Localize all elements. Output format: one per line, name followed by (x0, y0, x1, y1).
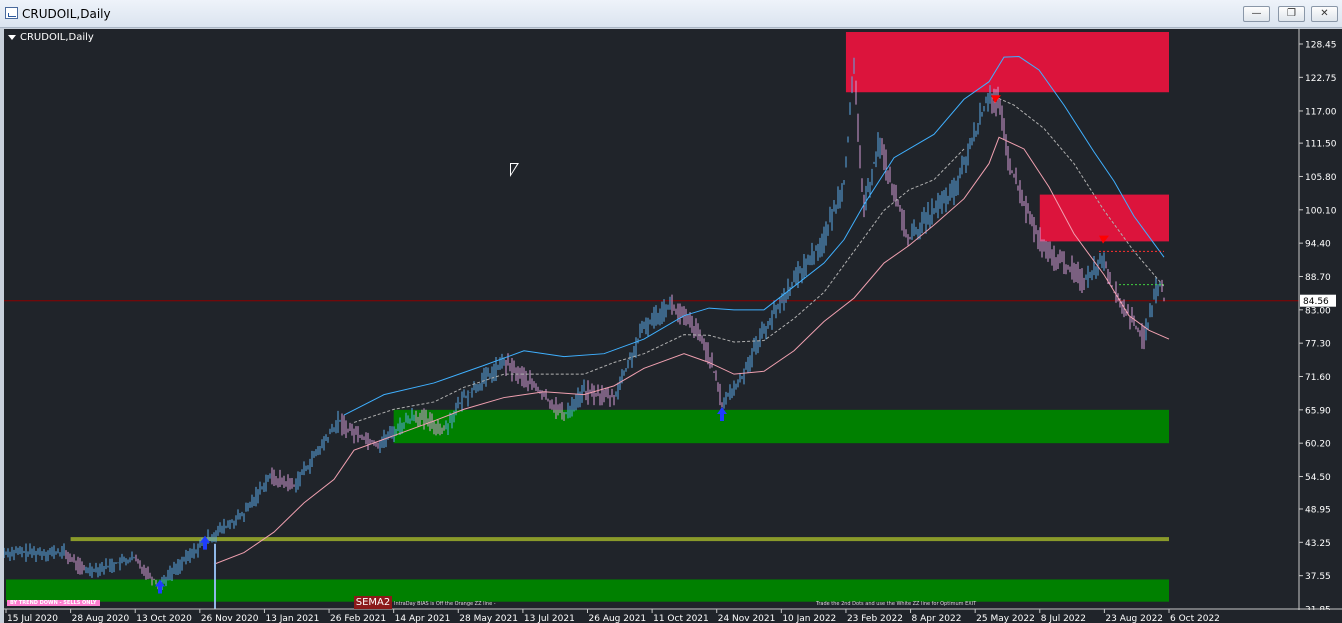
current-price-label: 84.56 (1303, 297, 1329, 307)
mouse-cursor-icon (510, 163, 519, 177)
time-tick-label: 15 Jul 2020 (7, 614, 58, 623)
price-tick-label: 100.10 (1305, 206, 1337, 216)
chart-symbol-label: CRUDOIL,Daily (20, 32, 94, 43)
time-tick-label: 26 Feb 2021 (330, 614, 386, 623)
price-tick-label: 111.50 (1305, 140, 1337, 150)
maximize-button[interactable]: ❐ (1278, 6, 1305, 22)
window-title: CRUDOIL,Daily (22, 7, 111, 21)
horizontal-level-line (70, 537, 1170, 542)
chart-window-icon (5, 7, 18, 19)
time-tick-label: 13 Oct 2020 (136, 614, 192, 623)
chart-area[interactable]: 128.45 122.75 117.00 111.50 105.80 100.10 94.4… (4, 29, 1342, 623)
price-tick-label: 60.20 (1305, 440, 1331, 450)
time-tick-label: 11 Oct 2021 (653, 614, 709, 623)
time-tick-label: 28 Aug 2020 (72, 614, 130, 623)
price-tick-label: 88.70 (1305, 273, 1331, 283)
time-tick-label: 14 Apr 2021 (395, 614, 451, 623)
supply-zone (845, 32, 1169, 93)
price-tick-label: 128.45 (1305, 40, 1337, 50)
time-tick-label: 23 Feb 2022 (847, 614, 903, 623)
supply-zone (1039, 194, 1169, 242)
trend-direction-label: BY TREND DOWN - SELLS ONLY (7, 600, 100, 606)
time-tick-label: 10 Jan 2022 (782, 614, 836, 623)
price-tick-label: 71.60 (1305, 373, 1331, 383)
time-tick-label: 26 Aug 2021 (589, 614, 647, 623)
exit-note: Trade the 2nd Dots and use the White ZZ … (816, 601, 977, 607)
price-chart[interactable]: 128.45 122.75 117.00 111.50 105.80 100.10 94.4… (4, 29, 1342, 623)
price-tick-label: 54.50 (1305, 473, 1331, 483)
price-tick-label: 83.00 (1305, 306, 1331, 316)
time-tick-label: 8 Jul 2022 (1041, 614, 1086, 623)
price-tick-label: 77.30 (1305, 340, 1331, 350)
time-tick-label: 8 Apr 2022 (912, 614, 962, 623)
time-tick-label: 23 Aug 2022 (1105, 614, 1163, 623)
time-tick-label: 6 Oct 2022 (1170, 614, 1220, 623)
demand-zone (393, 409, 1170, 444)
time-tick-label: 28 May 2021 (459, 614, 518, 623)
price-tick-label: 37.55 (1305, 572, 1331, 582)
price-tick-label: 94.40 (1305, 240, 1331, 250)
window-titlebar: CRUDOIL,Daily — ❐ ✕ (0, 0, 1342, 28)
time-tick-label: 13 Jul 2021 (524, 614, 575, 623)
sema-label: SEMA2 (354, 596, 392, 609)
chart-menu-caret-icon[interactable] (8, 35, 16, 40)
price-tick-label: 65.90 (1305, 406, 1331, 416)
minimize-button[interactable]: — (1243, 6, 1270, 22)
time-tick-label: 25 May 2022 (976, 614, 1035, 623)
mid-band-early-line (353, 148, 965, 423)
close-button[interactable]: ✕ (1311, 6, 1338, 22)
time-tick-label: 26 Nov 2020 (201, 614, 259, 623)
price-tick-label: 48.95 (1305, 505, 1331, 515)
time-tick-label: 13 Jan 2021 (265, 614, 319, 623)
price-tick-label: 43.25 (1305, 539, 1331, 549)
price-tick-label: 117.00 (1305, 107, 1337, 117)
price-tick-label: 105.80 (1305, 173, 1337, 183)
price-tick-label: 122.75 (1305, 74, 1337, 84)
bias-note: IntraDay BIAS is Off the Orange ZZ line … (394, 601, 496, 607)
price-axis-panel (1300, 29, 1342, 623)
demand-zone (6, 579, 1169, 602)
time-tick-label: 24 Nov 2021 (718, 614, 776, 623)
